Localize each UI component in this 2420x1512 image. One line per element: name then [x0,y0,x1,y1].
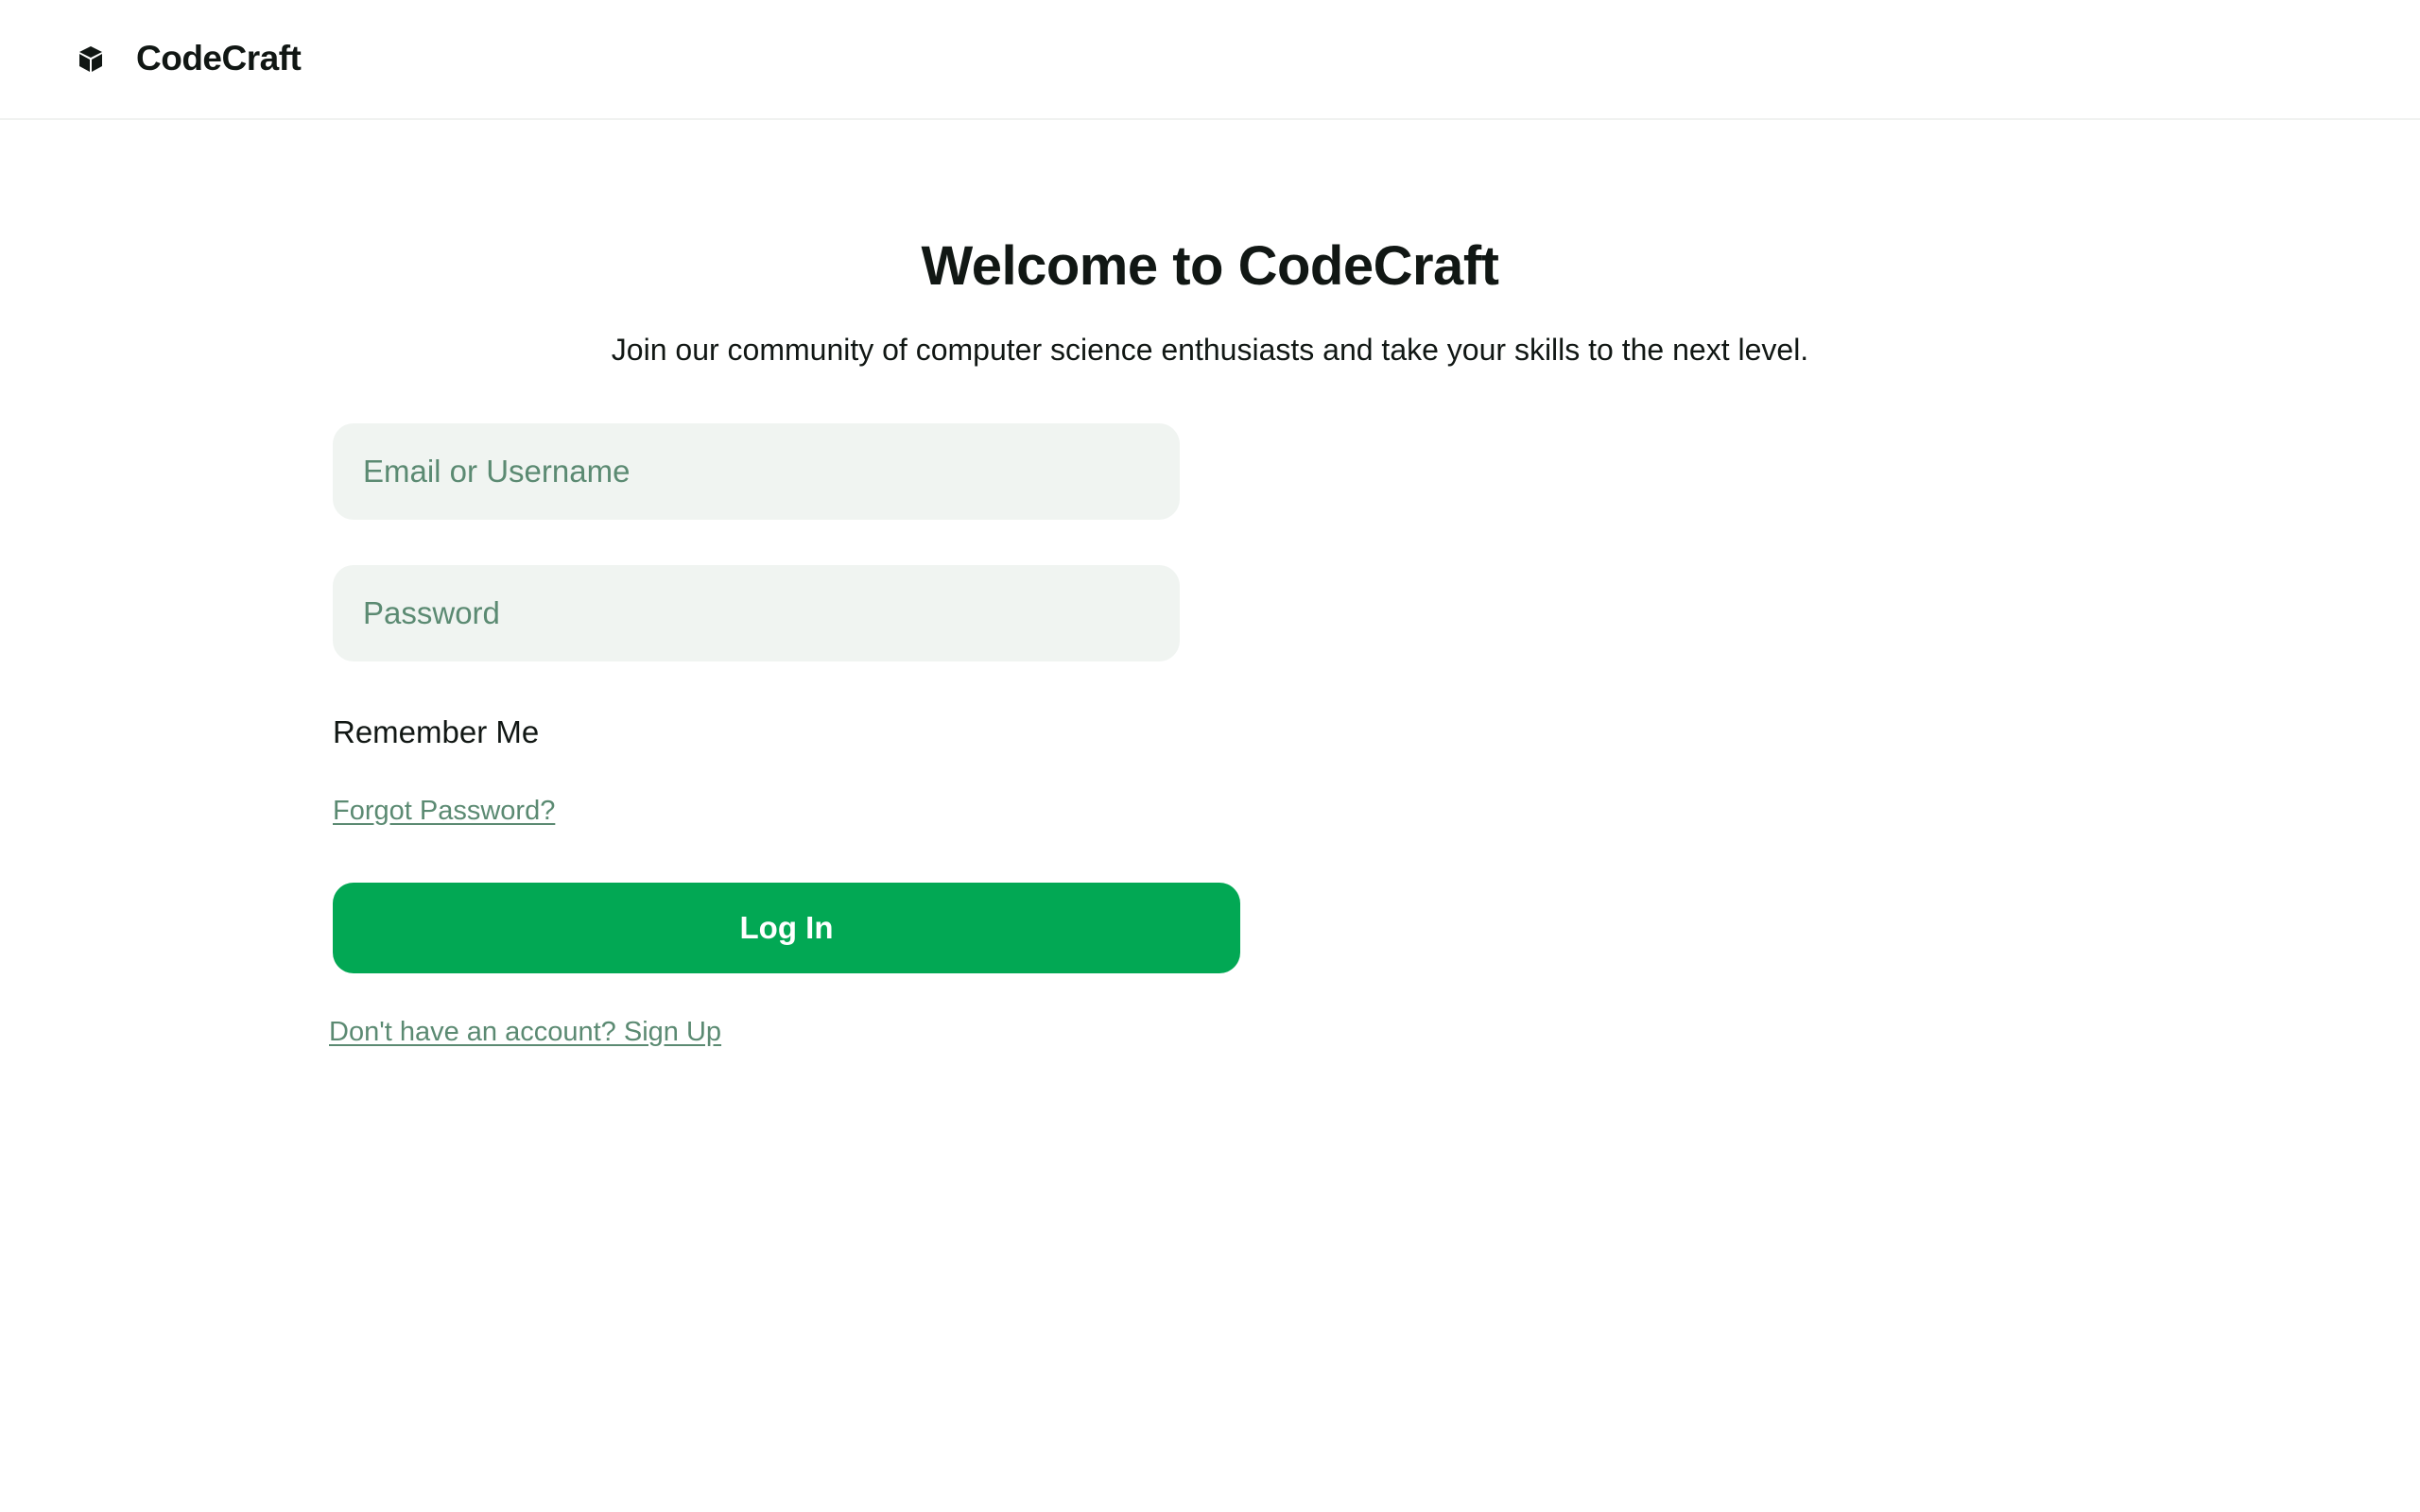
brand-name: CodeCraft [136,39,302,77]
page-subtitle: Join our community of computer science e… [611,333,1809,367]
cube-icon [76,43,106,74]
sign-up-link[interactable]: Don't have an account? Sign Up [329,1017,721,1048]
page-title: Welcome to CodeCraft [921,235,1499,297]
password-input[interactable] [333,565,1180,662]
top-navigation-bar: CodeCraft [0,0,2420,120]
remember-me-label[interactable]: Remember Me [333,714,539,750]
forgot-password-link[interactable]: Forgot Password? [333,796,555,827]
email-username-input[interactable] [333,423,1180,520]
brand[interactable]: CodeCraft [76,34,302,83]
log-in-button[interactable]: Log In [333,883,1240,973]
